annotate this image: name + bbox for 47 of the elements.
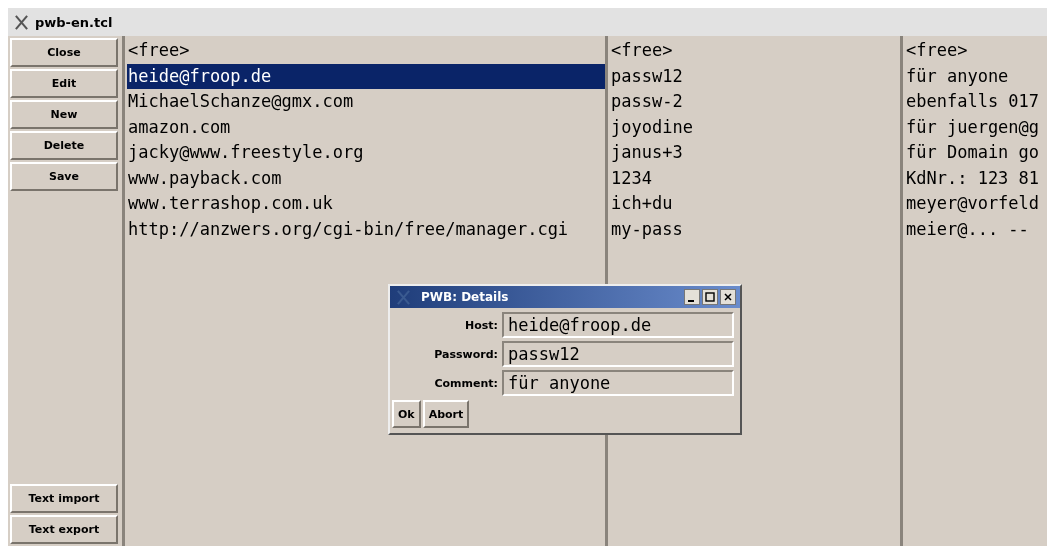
field-label: Host: bbox=[464, 318, 498, 332]
side-button[interactable]: Close bbox=[10, 38, 118, 67]
list-item[interactable]: www.terrashop.com.uk bbox=[127, 191, 605, 217]
side-button[interactable]: Text import bbox=[10, 484, 118, 513]
minimize-icon[interactable] bbox=[684, 289, 700, 305]
list-item[interactable]: www.payback.com bbox=[127, 165, 605, 191]
list-item[interactable]: http://anzwers.org/cgi-bin/free/manager.cgi bbox=[127, 216, 605, 242]
list-item[interactable]: MichaelSchanze@gmx.com bbox=[127, 89, 605, 115]
window-title: pwb-en.tcl bbox=[35, 14, 113, 30]
side-button[interactable]: Save bbox=[10, 162, 118, 191]
list-item[interactable]: heide@froop.de bbox=[127, 63, 605, 89]
list-item[interactable]: <free> bbox=[905, 38, 1047, 64]
list-item[interactable]: jacky@www.freestyle.org bbox=[127, 140, 605, 166]
list-item[interactable]: 1234 bbox=[610, 165, 900, 191]
side-button[interactable]: Delete bbox=[10, 131, 118, 160]
list-item[interactable]: meyer@vorfeld bbox=[905, 191, 1047, 217]
list-item[interactable]: für Domain go bbox=[905, 140, 1047, 166]
list-item[interactable]: KdNr.: 123 81 bbox=[905, 165, 1047, 191]
x-logo-icon bbox=[396, 289, 411, 305]
side-button[interactable]: Text export bbox=[10, 515, 118, 544]
list-item[interactable]: passw12 bbox=[610, 63, 900, 89]
list-item[interactable]: <free> bbox=[610, 38, 900, 64]
list-item[interactable]: meier@... -- bbox=[905, 216, 1047, 242]
field-label: Password: bbox=[433, 347, 498, 361]
list-item[interactable]: joyodine bbox=[610, 114, 900, 140]
list-item[interactable]: passw-2 bbox=[610, 89, 900, 115]
dialog-button[interactable]: Ok bbox=[392, 400, 421, 428]
list-item[interactable]: ich+du bbox=[610, 191, 900, 217]
list-item[interactable]: my-pass bbox=[610, 216, 900, 242]
maximize-icon[interactable] bbox=[702, 289, 718, 305]
dialog-button[interactable]: Abort bbox=[422, 400, 470, 428]
list-item[interactable]: für juergen@g bbox=[905, 114, 1047, 140]
dialog-title: PWB: Details bbox=[421, 290, 510, 304]
x-logo-icon bbox=[14, 14, 29, 30]
input-field[interactable]: heide@froop.de bbox=[502, 312, 734, 338]
side-button[interactable]: Edit bbox=[10, 69, 118, 98]
input-field[interactable]: für anyone bbox=[502, 370, 734, 396]
list-item[interactable]: ebenfalls 017 bbox=[905, 89, 1047, 115]
input-field[interactable]: passw12 bbox=[502, 341, 734, 367]
list-item[interactable]: für anyone bbox=[905, 63, 1047, 89]
field-label: Comment: bbox=[433, 376, 498, 390]
list-item[interactable]: amazon.com bbox=[127, 114, 605, 140]
list-item[interactable]: janus+3 bbox=[610, 140, 900, 166]
close-icon[interactable] bbox=[720, 289, 736, 305]
list-item[interactable]: <free> bbox=[127, 38, 605, 64]
list-box[interactable]: <free> für anyone ebenfalls 017 für juergen@g für Domain go KdNr.: 123 81 meyer@vorfeld meier@... -- bbox=[902, 36, 1047, 546]
side-button[interactable]: New bbox=[10, 100, 118, 129]
